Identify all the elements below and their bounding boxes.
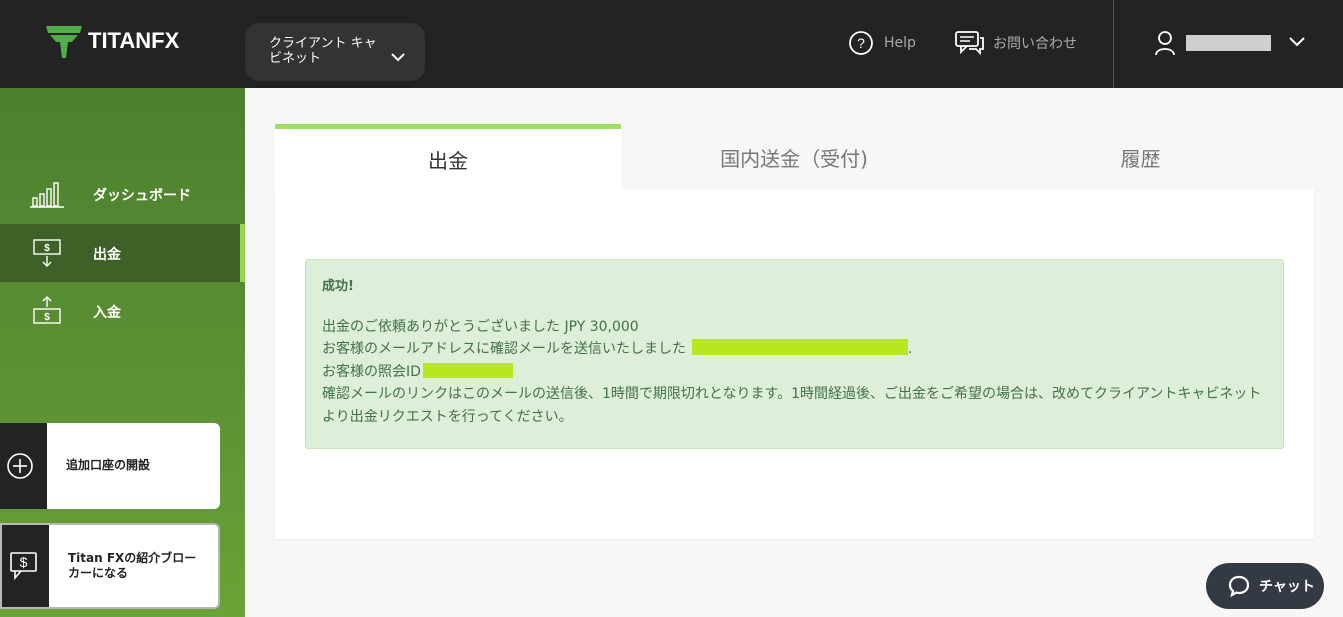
bar-chart-icon bbox=[30, 182, 64, 208]
question-circle-icon: ? bbox=[849, 31, 873, 55]
alert-email-text: お客様のメールアドレスに確認メールを送信いたしました bbox=[322, 341, 686, 357]
alert-line-amount: 出金のご依頼ありがとうございました JPY 30,000 bbox=[322, 318, 639, 335]
chat-bubble-icon bbox=[1228, 575, 1250, 597]
help-label: Help bbox=[884, 35, 916, 51]
alert-title: 成功! bbox=[322, 279, 354, 294]
tab-withdraw[interactable]: 出金 bbox=[275, 124, 621, 190]
card-label: Titan FXの紹介ブローカーになる bbox=[68, 551, 197, 580]
user-menu[interactable] bbox=[1113, 0, 1343, 88]
user-name-redacted bbox=[1186, 35, 1271, 51]
alert-line-expiry: 確認メールのリンクはこのメールの送信後、1時間で期限切れとなります。1時間経過後… bbox=[322, 386, 1262, 425]
tab-label: 国内送金（受付) bbox=[720, 146, 868, 171]
contact-link[interactable]: お問い合わせ bbox=[955, 30, 1077, 56]
svg-text:$: $ bbox=[20, 554, 28, 570]
contact-label: お問い合わせ bbox=[993, 36, 1077, 52]
svg-text:$: $ bbox=[44, 312, 50, 323]
top-header: TITANFX クライアント キャビネット ? Help お問い合わせ bbox=[0, 0, 1343, 88]
open-additional-account-card[interactable]: 追加口座の開設 bbox=[0, 423, 220, 509]
alert-reference-text: お客様の照会ID bbox=[322, 363, 421, 380]
card-icon-area bbox=[0, 423, 47, 509]
titanfx-shield-icon bbox=[46, 26, 82, 58]
reference-id-redacted bbox=[422, 362, 513, 378]
chat-label: チャット bbox=[1259, 579, 1315, 595]
brand-name: TITANFX bbox=[88, 28, 180, 53]
dollar-chat-icon: $ bbox=[10, 552, 37, 581]
sidebar-item-withdraw[interactable]: $ 出金 bbox=[0, 224, 245, 282]
chat-button[interactable]: チャット bbox=[1206, 563, 1324, 609]
card-label: 追加口座の開設 bbox=[66, 458, 151, 472]
email-redacted bbox=[692, 339, 908, 355]
svg-text:?: ? bbox=[857, 35, 865, 51]
svg-text:$: $ bbox=[44, 243, 50, 254]
sidebar: ダッシュボード $ 出金 $ 入金 追加口座の開設 $ Titan FXの紹介ブ… bbox=[0, 88, 245, 617]
titanfx-logo[interactable]: TITANFX bbox=[46, 24, 179, 58]
deposit-icon: $ bbox=[33, 296, 61, 324]
sidebar-item-label: 入金 bbox=[93, 305, 121, 321]
cabinet-label: クライアント キャビネット bbox=[269, 36, 377, 66]
withdraw-icon: $ bbox=[33, 239, 61, 267]
tab-label: 履歴 bbox=[1120, 146, 1161, 171]
client-cabinet-dropdown[interactable]: クライアント キャビネット bbox=[245, 23, 425, 81]
chat-bubbles-icon bbox=[955, 31, 984, 56]
tab-history[interactable]: 履歴 bbox=[967, 124, 1314, 190]
sidebar-item-label: 出金 bbox=[93, 247, 121, 263]
help-link[interactable]: ? Help bbox=[848, 30, 916, 56]
sidebar-item-deposit[interactable]: $ 入金 bbox=[0, 282, 245, 340]
plus-circle-icon bbox=[7, 453, 33, 479]
alert-line-email: お客様のメールアドレスに確認メールを送信いたしました. bbox=[322, 339, 913, 357]
chevron-down-icon bbox=[391, 53, 405, 62]
alert-line-reference: お客様の照会ID bbox=[322, 361, 1267, 384]
chevron-down-icon bbox=[1289, 37, 1305, 47]
sidebar-item-dashboard[interactable]: ダッシュボード bbox=[0, 165, 245, 223]
sidebar-item-label: ダッシュボード bbox=[93, 188, 191, 204]
user-icon bbox=[1155, 31, 1175, 56]
success-alert: 成功! 出金のご依頼ありがとうございました JPY 30,000 お客様のメール… bbox=[305, 259, 1284, 449]
tab-domestic-transfer[interactable]: 国内送金（受付) bbox=[621, 124, 967, 190]
card-icon-area: $ bbox=[2, 525, 49, 607]
become-introducing-broker-card[interactable]: $ Titan FXの紹介ブローカーになる bbox=[0, 523, 220, 609]
tab-label: 出金 bbox=[428, 149, 468, 173]
